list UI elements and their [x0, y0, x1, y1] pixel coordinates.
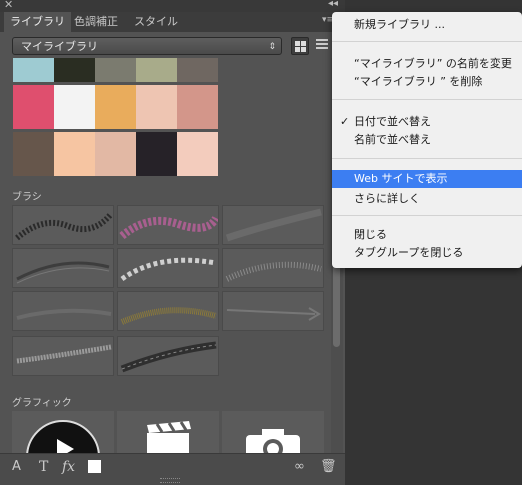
brush-thumbnail[interactable] — [12, 248, 114, 288]
creative-cloud-sync-icon[interactable]: ∞ — [294, 459, 305, 474]
trash-icon[interactable]: 🗑 — [320, 459, 337, 474]
color-swatch[interactable] — [136, 132, 177, 176]
menu-item-close[interactable]: 閉じる — [332, 226, 522, 244]
color-swatch[interactable] — [13, 132, 54, 176]
brush-thumbnail[interactable] — [12, 336, 114, 376]
brush-thumbnail[interactable] — [117, 248, 219, 288]
close-icon[interactable]: ✕ — [4, 0, 13, 11]
brush-thumbnail[interactable] — [12, 291, 114, 331]
color-swatch[interactable] — [177, 58, 218, 82]
menu-separator — [332, 41, 522, 42]
menu-item-label: さらに詳しく — [354, 192, 420, 205]
color-swatch[interactable] — [13, 58, 54, 82]
list-view-icon[interactable] — [316, 39, 328, 51]
bottom-toolbar: A T fx ∞ 🗑 — [0, 453, 345, 485]
section-graphics-title: グラフィック — [12, 398, 72, 409]
graphic-thumbnail[interactable] — [117, 411, 219, 453]
menu-separator — [332, 99, 522, 100]
color-swatch[interactable] — [95, 58, 136, 82]
menu-item-label: 日付で並べ替え — [354, 115, 431, 128]
brush-thumbnail[interactable] — [222, 205, 324, 245]
panel-title-strip: ✕ ◂◂ — [0, 0, 345, 12]
menu-item-learn-more[interactable]: さらに詳しく — [332, 190, 522, 208]
section-brushes-title: ブラシ — [12, 192, 42, 203]
checkmark-icon: ✓ — [340, 115, 350, 128]
tab-libraries[interactable]: ライブラリ — [4, 12, 71, 32]
brush-thumbnail[interactable] — [117, 205, 219, 245]
library-content: ブラシ グラフィック — [0, 58, 330, 453]
color-swatch[interactable] — [177, 85, 218, 129]
menu-item-new-library[interactable]: 新規ライブラリ ... — [332, 16, 522, 34]
menu-separator — [332, 158, 522, 159]
libraries-panel: ✕ ◂◂ ライブラリ 色調補正 スタイル ▾≡ マイライブラリ ⇕ ブラシ グラ… — [0, 0, 345, 485]
panel-flyout-menu: 新規ライブラリ ... “マイライブラリ” の名前を変更 “マイライブラリ ” … — [332, 12, 522, 268]
color-swatch[interactable] — [95, 85, 136, 129]
resize-grip[interactable] — [160, 478, 180, 483]
color-swatch[interactable] — [54, 132, 95, 176]
menu-item-delete-library[interactable]: “マイライブラリ ” を削除 — [332, 73, 522, 91]
collapse-icon[interactable]: ◂◂ — [328, 0, 338, 9]
color-swatch-icon[interactable] — [88, 460, 101, 473]
menu-item-label: 名前で並べ替え — [354, 133, 431, 146]
tab-bar: ライブラリ 色調補正 スタイル — [0, 12, 345, 32]
menu-item-label: 閉じる — [354, 228, 387, 241]
menu-item-sort-by-name[interactable]: 名前で並べ替え — [332, 131, 522, 149]
tab-styles[interactable]: スタイル — [128, 12, 184, 32]
color-swatch[interactable] — [136, 85, 177, 129]
color-swatch[interactable] — [136, 58, 177, 82]
menu-item-close-tab-group[interactable]: タブグループを閉じる — [332, 244, 522, 262]
character-style-icon[interactable]: A — [12, 459, 21, 474]
color-swatch[interactable] — [177, 132, 218, 176]
menu-item-label: “マイライブラリ ” を削除 — [354, 75, 483, 88]
menu-item-label: タブグループを閉じる — [354, 246, 464, 259]
menu-item-view-on-website[interactable]: Web サイトで表示 — [332, 170, 522, 188]
menu-separator — [332, 215, 522, 216]
brush-thumbnail[interactable] — [117, 291, 219, 331]
color-swatch[interactable] — [54, 58, 95, 82]
graphic-thumbnail[interactable] — [12, 411, 114, 453]
text-icon[interactable]: T — [39, 459, 48, 475]
tab-adjustments[interactable]: 色調補正 — [68, 12, 124, 32]
color-swatch[interactable] — [95, 132, 136, 176]
brush-thumbnail[interactable] — [222, 291, 324, 331]
menu-item-label: “マイライブラリ” の名前を変更 — [354, 57, 512, 70]
grid-view-icon[interactable] — [291, 37, 309, 55]
library-select-value: マイライブラリ — [21, 40, 98, 53]
select-arrows-icon: ⇕ — [268, 42, 276, 52]
brush-thumbnail[interactable] — [12, 205, 114, 245]
library-select[interactable]: マイライブラリ ⇕ — [12, 37, 282, 55]
menu-item-label: Web サイトで表示 — [354, 172, 448, 185]
graphic-thumbnail[interactable] — [222, 411, 324, 453]
brush-thumbnail[interactable] — [117, 336, 219, 376]
color-swatch[interactable] — [54, 85, 95, 129]
menu-item-rename-library[interactable]: “マイライブラリ” の名前を変更 — [332, 55, 522, 73]
color-swatch[interactable] — [13, 85, 54, 129]
brush-thumbnail[interactable] — [222, 248, 324, 288]
menu-item-sort-by-date[interactable]: ✓ 日付で並べ替え — [332, 113, 522, 131]
menu-item-label: 新規ライブラリ ... — [354, 18, 445, 31]
fx-icon[interactable]: fx — [62, 459, 75, 475]
